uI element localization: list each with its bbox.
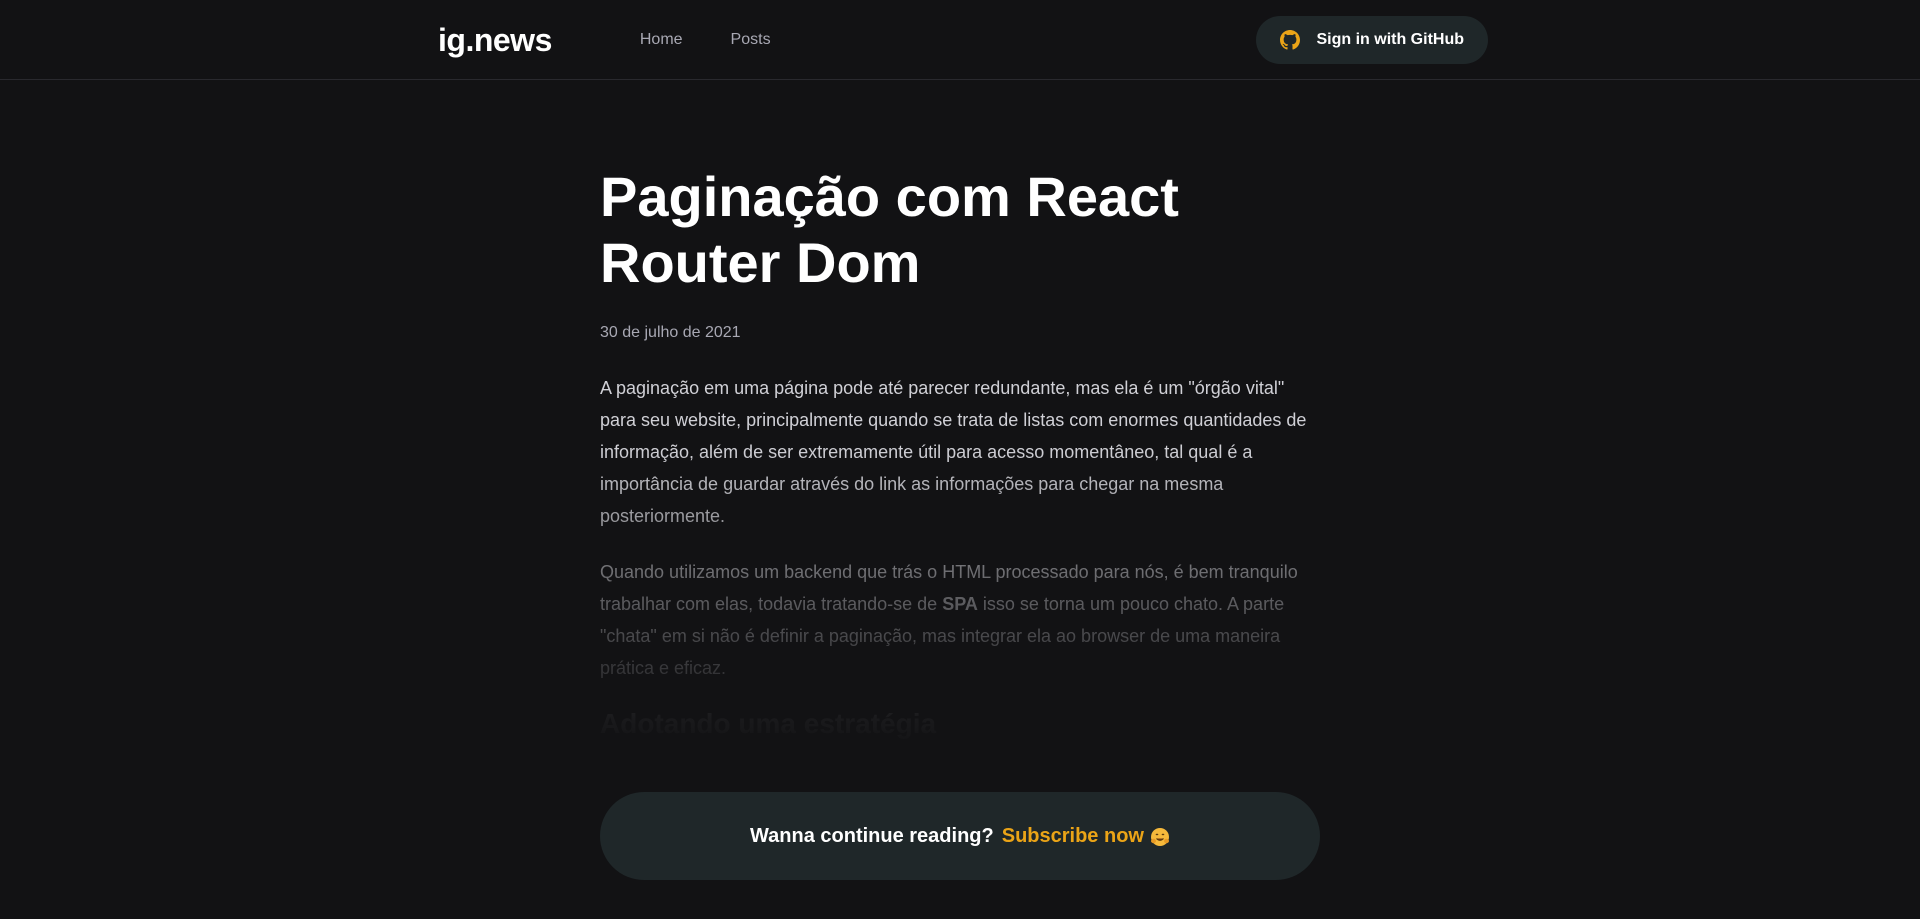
- paragraph-strong: SPA: [942, 594, 978, 614]
- sign-in-github-button[interactable]: Sign in with GitHub: [1256, 16, 1488, 64]
- continue-reading-text: Wanna continue reading?: [750, 824, 994, 847]
- site-logo[interactable]: ig.news: [438, 22, 552, 59]
- header-container: ig.news Home Posts Sign in with GitHub: [432, 0, 1488, 80]
- article-title: Paginação com React Router Dom: [600, 165, 1179, 294]
- subscribe-now-link[interactable]: Subscribe now: [1002, 825, 1144, 848]
- nav-link-home[interactable]: Home: [640, 0, 683, 80]
- github-icon: [1280, 30, 1301, 50]
- article-heading: Adotando uma estratégia: [600, 708, 937, 739]
- article-paragraph: A paginação em uma página pode até parec…: [600, 378, 1307, 526]
- article-preview: A paginação em uma página pode até parec…: [600, 372, 1320, 740]
- site-header: ig.news Home Posts Sign in with GitHub: [0, 0, 1920, 80]
- article-paragraph: Quando utilizamos um backend que trás o …: [600, 556, 1320, 684]
- article-date: 30 de julho de 2021: [600, 324, 741, 341]
- hugging-face-emoji-icon: [1150, 827, 1170, 847]
- article: Paginação com React Router Dom 30 de jul…: [600, 164, 1320, 880]
- main-nav: Home Posts: [640, 0, 819, 80]
- article-content: A paginação em uma página pode até parec…: [600, 372, 1320, 740]
- continue-reading-banner: Wanna continue reading? Subscribe now: [600, 792, 1320, 880]
- sign-in-label: Sign in with GitHub: [1316, 31, 1464, 48]
- nav-link-posts[interactable]: Posts: [731, 0, 771, 80]
